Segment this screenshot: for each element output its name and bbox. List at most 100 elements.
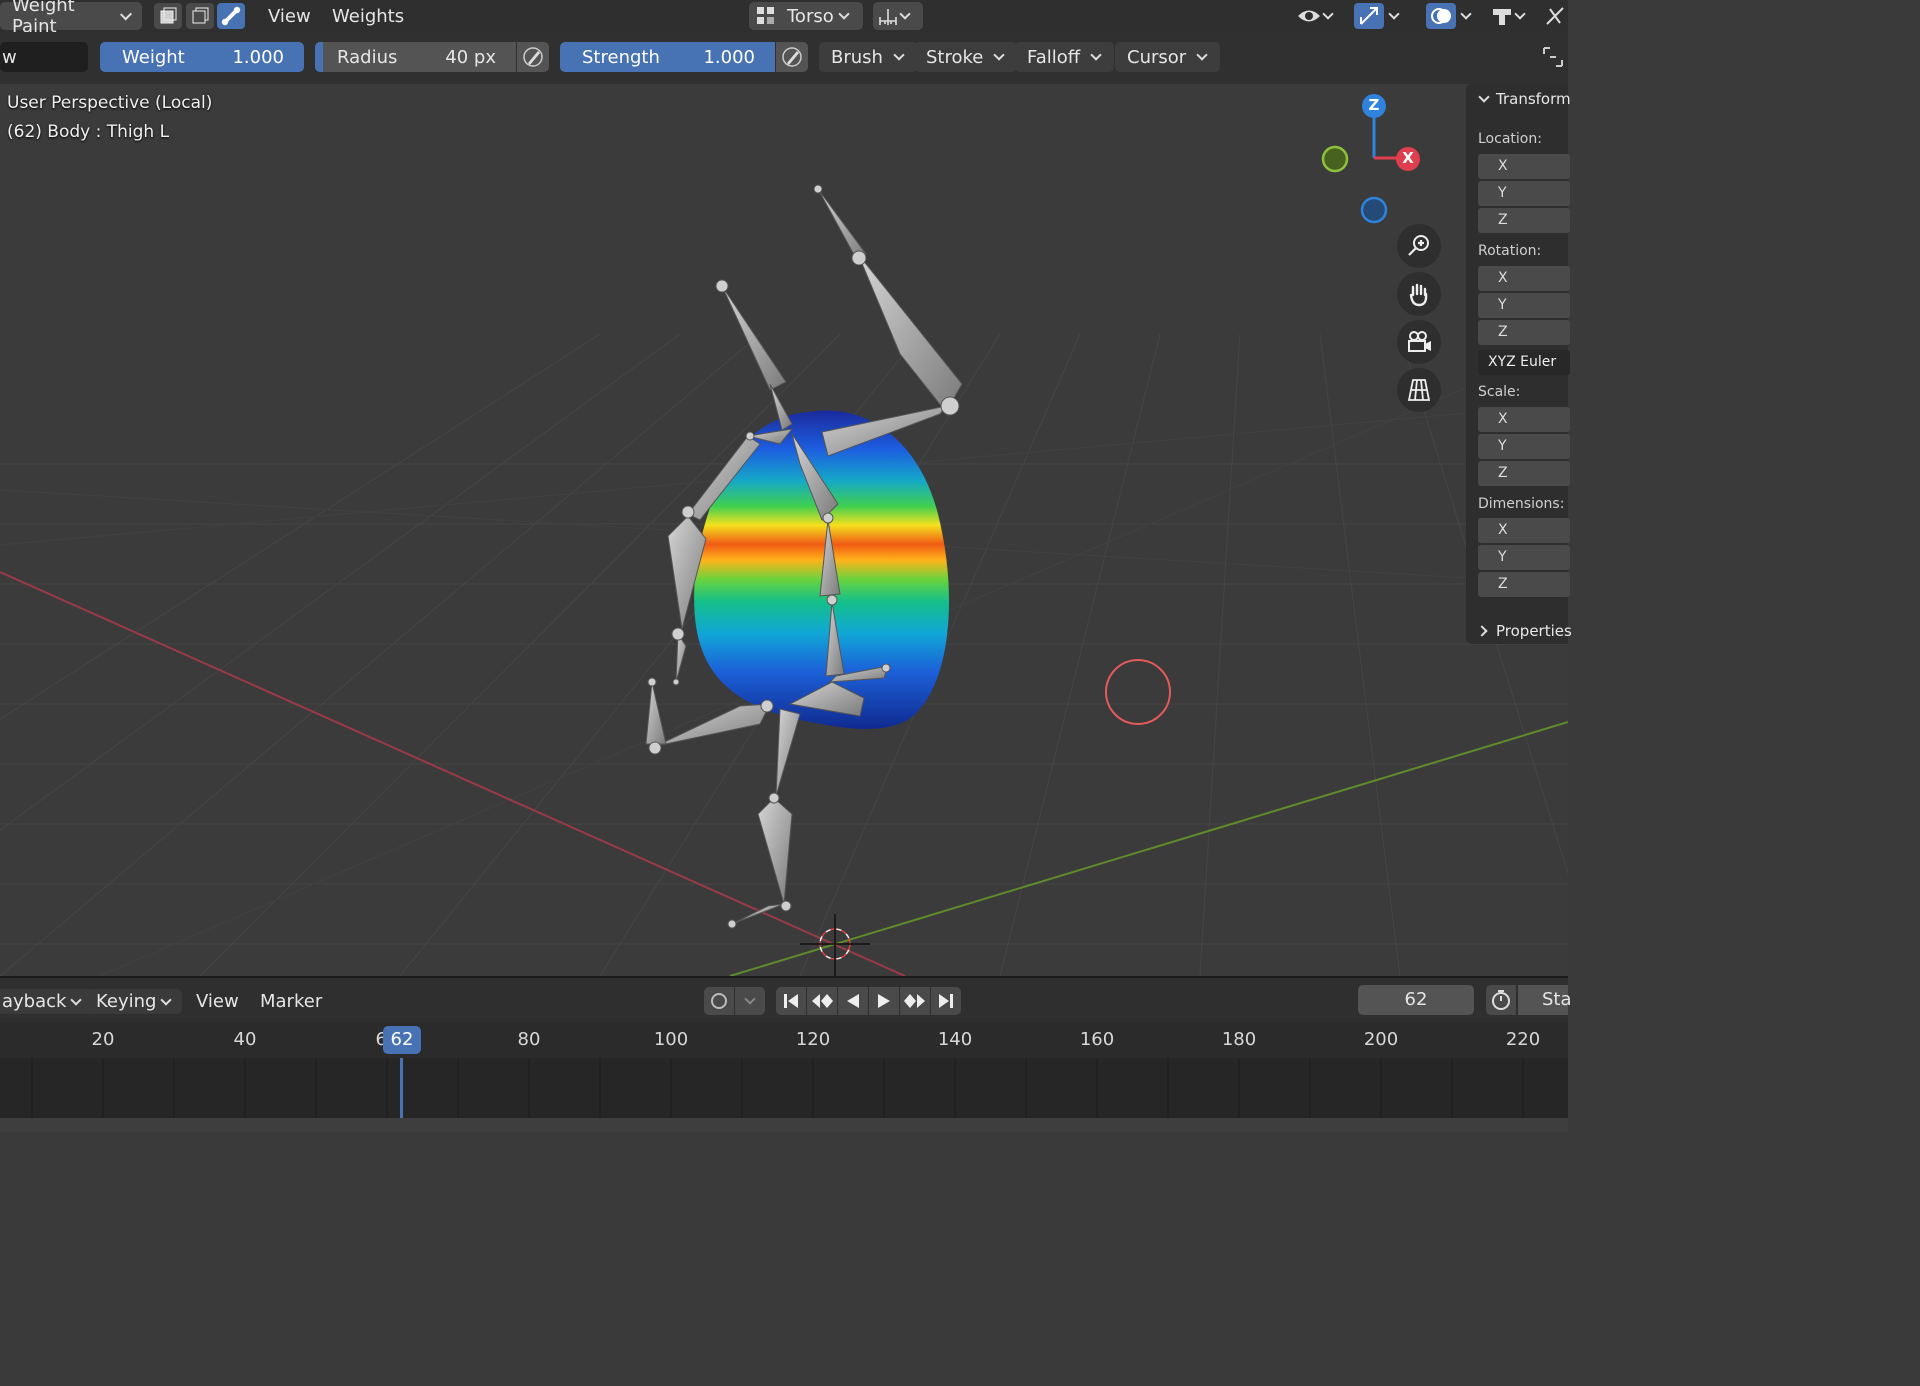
location-y-field[interactable]: Y xyxy=(1478,181,1570,206)
camera-view-button[interactable] xyxy=(1397,320,1441,364)
chevron-down-icon xyxy=(993,49,1006,61)
timeline-view-menu[interactable]: View xyxy=(196,991,239,1012)
radius-label: Radius xyxy=(337,46,398,68)
gizmo-toggle[interactable] xyxy=(1354,3,1384,29)
rotation-mode-value: XYZ Euler xyxy=(1488,354,1557,370)
shading-icon xyxy=(1546,7,1564,25)
vertex-mask-toggle[interactable] xyxy=(186,3,214,29)
overlays-menu[interactable] xyxy=(1460,2,1474,30)
shading-menu[interactable] xyxy=(1544,2,1566,30)
bone-selection-toggle[interactable] xyxy=(217,3,245,29)
dimensions-label: Dimensions: xyxy=(1478,496,1565,512)
viewport-scene[interactable] xyxy=(0,84,1568,976)
brush-menu[interactable]: Brush xyxy=(819,42,917,72)
pan-button[interactable] xyxy=(1397,272,1441,316)
play-icon xyxy=(878,994,890,1008)
timeline-ruler[interactable]: 20 40 60 80 100 120 140 160 180 200 220 … xyxy=(0,1022,1568,1058)
jump-start-button[interactable] xyxy=(776,987,806,1015)
playhead-frame-badge[interactable]: 62 xyxy=(383,1026,421,1054)
eye-icon xyxy=(1298,10,1320,22)
rotation-mode-dropdown[interactable]: XYZ Euler xyxy=(1478,350,1570,375)
current-frame-field[interactable]: 62 xyxy=(1358,985,1474,1015)
mode-selector[interactable]: Weight Paint xyxy=(0,0,142,37)
location-z-field[interactable]: Z xyxy=(1478,208,1570,233)
frame-tick: 40 xyxy=(233,1029,257,1050)
scale-x-field[interactable]: X xyxy=(1478,407,1570,432)
play-reverse-button[interactable] xyxy=(838,987,868,1015)
rotation-y-field[interactable]: Y xyxy=(1478,293,1570,318)
axis-label: X xyxy=(1498,411,1508,427)
strength-pressure-toggle[interactable] xyxy=(776,42,808,72)
jump-end-button[interactable] xyxy=(931,987,961,1015)
scale-y-field[interactable]: Y xyxy=(1478,434,1570,459)
xray-icon xyxy=(1493,9,1511,25)
visibility-menu[interactable] xyxy=(1296,2,1336,30)
symmetry-menu[interactable] xyxy=(873,2,923,30)
menu-view[interactable]: View xyxy=(268,2,311,30)
sidebar-panel: Transform Location: X Y Z Rotation: X Y … xyxy=(1466,84,1572,644)
timeline-scrollbar[interactable] xyxy=(0,1118,1568,1132)
dimensions-y-field[interactable]: Y xyxy=(1478,545,1570,570)
timeline-body[interactable] xyxy=(0,1058,1568,1118)
menu-view-label: View xyxy=(268,5,311,27)
axis-label: Z xyxy=(1498,212,1508,228)
stroke-menu-label: Stroke xyxy=(926,46,984,68)
rotation-x-field[interactable]: X xyxy=(1478,266,1570,291)
marker-menu[interactable]: Marker xyxy=(260,991,322,1012)
playback-menu[interactable]: ayback xyxy=(0,989,93,1014)
overlays-toggle[interactable] xyxy=(1426,3,1456,29)
playback-menu-label: ayback xyxy=(2,991,67,1012)
properties-panel-header[interactable]: Properties xyxy=(1476,622,1572,640)
gizmo-x-label[interactable]: X xyxy=(1400,149,1416,167)
rotation-z-field[interactable]: Z xyxy=(1478,320,1570,345)
playhead-line[interactable] xyxy=(400,1058,403,1118)
keying-options-menu[interactable] xyxy=(735,987,765,1015)
radius-fill xyxy=(315,42,323,72)
radius-slider[interactable]: Radius 40 px xyxy=(315,42,516,72)
dimensions-x-field[interactable]: X xyxy=(1478,518,1570,543)
chevron-down-icon xyxy=(1196,49,1208,61)
strength-slider[interactable]: Strength 1.000 xyxy=(560,42,775,72)
location-x-field[interactable]: X xyxy=(1478,154,1570,179)
bone-icon xyxy=(221,6,241,26)
active-brush-field[interactable]: w xyxy=(0,42,88,72)
weight-slider[interactable]: Weight 1.000 xyxy=(100,42,304,72)
menu-weights[interactable]: Weights xyxy=(332,2,404,30)
xray-menu[interactable] xyxy=(1490,2,1528,30)
axis-label: X xyxy=(1498,158,1508,174)
transform-panel-header[interactable]: Transform xyxy=(1476,90,1571,108)
next-keyframe-icon xyxy=(904,994,925,1008)
3d-viewport[interactable]: User Perspective (Local) (62) Body : Thi… xyxy=(0,84,1568,976)
axis-label: Z xyxy=(1498,465,1508,481)
face-mask-toggle[interactable] xyxy=(154,3,182,29)
armature-selector[interactable]: Torso xyxy=(749,2,863,30)
auto-keying-toggle[interactable] xyxy=(704,987,734,1015)
stroke-menu[interactable]: Stroke xyxy=(914,42,1018,72)
strength-label: Strength xyxy=(582,46,660,68)
sidebar-toggle[interactable] xyxy=(1540,44,1566,74)
scale-z-field[interactable]: Z xyxy=(1478,461,1570,486)
frame-tick: 80 xyxy=(517,1029,541,1050)
chevron-down-icon xyxy=(838,8,850,20)
cursor-menu[interactable]: Cursor xyxy=(1115,42,1221,72)
gizmo-menu[interactable] xyxy=(1388,2,1402,30)
keying-menu[interactable]: Keying xyxy=(86,989,183,1014)
falloff-menu[interactable]: Falloff xyxy=(1015,42,1115,72)
start-frame-field[interactable]: Sta xyxy=(1518,985,1572,1015)
gizmo-z-label[interactable]: Z xyxy=(1366,96,1382,114)
frame-tick: 180 xyxy=(1221,1029,1257,1050)
playhead-frame-value: 62 xyxy=(390,1029,414,1050)
play-button[interactable] xyxy=(869,987,899,1015)
preview-range-toggle[interactable] xyxy=(1486,985,1516,1015)
view-perspective-label: User Perspective (Local) xyxy=(7,93,213,113)
zoom-button[interactable] xyxy=(1397,224,1441,268)
next-keyframe-button[interactable] xyxy=(900,987,930,1015)
symmetry-icon xyxy=(879,9,897,25)
keying-menu-label: Keying xyxy=(96,991,157,1012)
ortho-toggle-button[interactable] xyxy=(1397,368,1441,412)
dimensions-z-field[interactable]: Z xyxy=(1478,572,1570,597)
prev-keyframe-button[interactable] xyxy=(807,987,837,1015)
radius-pressure-toggle[interactable] xyxy=(517,42,549,72)
strength-value: 1.000 xyxy=(703,46,755,68)
prev-keyframe-icon xyxy=(812,994,833,1008)
